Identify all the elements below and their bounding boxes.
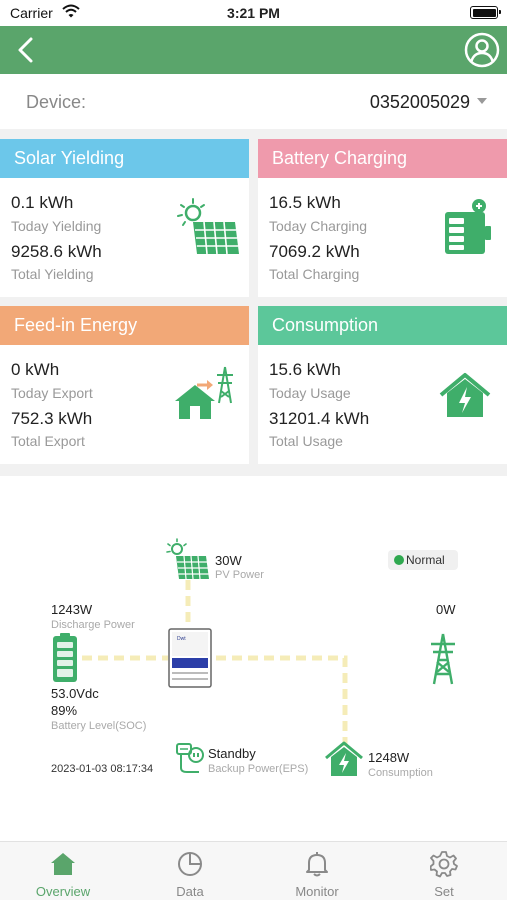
eps-status-label: Backup Power(EPS)	[208, 763, 309, 775]
battery-soc-label: Battery Level(SOC)	[51, 720, 147, 732]
update-timestamp: 2023-01-03 08:17:34	[51, 763, 154, 775]
consumption-power-value: 1248W	[368, 750, 410, 765]
today-yielding-label: Today Yielding	[11, 218, 102, 234]
discharge-power-value: 1243W	[51, 602, 93, 617]
card-title: Consumption	[258, 306, 507, 345]
bell-icon	[306, 852, 328, 877]
total-export-value: 752.3 kWh	[11, 409, 93, 428]
total-yielding-label: Total Yielding	[11, 266, 94, 282]
total-charging-label: Total Charging	[269, 266, 360, 282]
home-icon	[51, 853, 75, 875]
today-charging-value: 16.5 kWh	[269, 193, 341, 212]
inverter-icon: Dwt	[168, 628, 212, 688]
today-usage-value: 15.6 kWh	[269, 360, 341, 379]
tab-monitor[interactable]: Monitor	[254, 842, 380, 900]
today-yielding-value: 0.1 kWh	[11, 193, 74, 212]
today-export-label: Today Export	[11, 385, 93, 401]
card-title: Battery Charging	[258, 139, 507, 178]
tab-label: Monitor	[295, 884, 339, 899]
grid-power-value: 0W	[436, 602, 456, 617]
solar-panel-icon	[177, 198, 239, 255]
total-charging-value: 7069.2 kWh	[269, 242, 360, 261]
battery-soc-value: 89%	[51, 703, 78, 718]
status-bar: Carrier 3:21 PM	[0, 0, 507, 26]
bottom-tab-bar: Overview Data Monitor Set	[0, 841, 507, 900]
battery-icon	[53, 633, 77, 682]
svg-text:Dwt: Dwt	[177, 636, 186, 642]
device-serial[interactable]: 0352005029	[370, 92, 470, 113]
energy-flow-panel: Normal 30W PV Power 1243W Discharge Powe…	[0, 476, 507, 841]
load-flow-line	[216, 655, 348, 746]
clock: 3:21 PM	[227, 5, 280, 21]
status-text: Normal	[406, 553, 445, 567]
eps-status-value: Standby	[208, 746, 256, 761]
pie-chart-icon	[178, 852, 202, 876]
device-selector[interactable]: Device: 0352005029	[0, 74, 507, 129]
total-export-label: Total Export	[11, 433, 85, 449]
today-charging-label: Today Charging	[269, 218, 368, 234]
tab-overview[interactable]: Overview	[0, 842, 126, 900]
app-header	[0, 26, 507, 74]
house-load-icon	[325, 741, 363, 776]
battery-charging-card[interactable]: Battery Charging 16.5 kWh Today Charging…	[258, 139, 507, 297]
system-status-badge: Normal	[388, 550, 458, 570]
total-usage-label: Total Usage	[269, 433, 343, 449]
solar-panel-icon	[166, 538, 209, 580]
consumption-power-label: Consumption	[368, 767, 433, 779]
grid-tower-icon	[431, 633, 455, 685]
pv-power-value: 30W	[215, 553, 242, 568]
tab-label: Overview	[35, 884, 91, 899]
feed-in-energy-card[interactable]: Feed-in Energy 0 kWh Today Export 752.3 …	[0, 306, 249, 464]
user-profile-icon[interactable]	[464, 32, 500, 68]
consumption-card[interactable]: Consumption 15.6 kWh Today Usage 31201.4…	[258, 306, 507, 464]
total-yielding-value: 9258.6 kWh	[11, 242, 102, 261]
today-usage-label: Today Usage	[269, 385, 351, 401]
tab-label: Data	[176, 884, 204, 899]
battery-status-icon	[470, 6, 501, 19]
today-export-value: 0 kWh	[11, 360, 60, 379]
tab-set[interactable]: Set	[381, 842, 507, 900]
house-to-grid-icon	[175, 366, 233, 419]
battery-charge-icon	[445, 199, 491, 254]
device-label: Device:	[26, 92, 87, 112]
battery-voltage-value: 53.0Vdc	[51, 686, 99, 701]
tab-data[interactable]: Data	[127, 842, 253, 900]
total-usage-value: 31201.4 kWh	[269, 409, 370, 428]
gear-icon	[430, 851, 458, 878]
card-title: Feed-in Energy	[0, 306, 249, 345]
tab-label: Set	[434, 884, 454, 899]
pv-power-label: PV Power	[215, 569, 264, 581]
status-dot-icon	[394, 555, 404, 565]
solar-yielding-card[interactable]: Solar Yielding 0.1 kWh Today Yielding 92…	[0, 139, 249, 297]
house-power-icon	[439, 373, 491, 417]
back-icon[interactable]	[10, 34, 42, 66]
dropdown-caret-icon[interactable]	[477, 98, 487, 104]
backup-plug-icon	[176, 743, 204, 773]
card-title: Solar Yielding	[0, 139, 249, 178]
discharge-power-label: Discharge Power	[51, 619, 135, 631]
